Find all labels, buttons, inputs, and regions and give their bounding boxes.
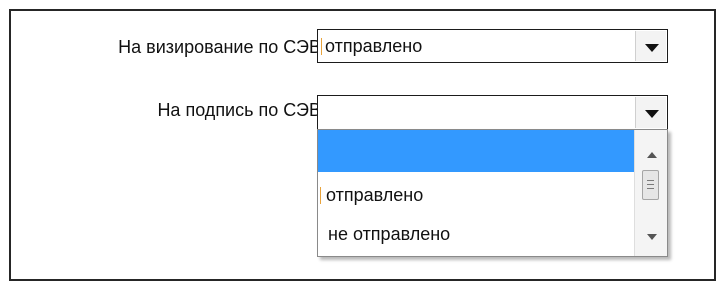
dropdown-option-empty[interactable] — [318, 130, 634, 172]
sev-sign-dropdown-button[interactable] — [635, 97, 666, 128]
sev-approval-label: На визирование по СЭВ: — [118, 37, 326, 57]
sev-approval-value: отправлено — [325, 36, 423, 56]
dropdown-option-label: отправлено — [326, 185, 424, 205]
grip-line — [647, 180, 654, 181]
dropdown-option-sent[interactable]: отправлено — [318, 175, 634, 217]
scrollbar-thumb[interactable] — [642, 170, 659, 200]
grip-line — [647, 188, 654, 189]
chevron-down-icon — [645, 110, 659, 118]
chevron-down-icon — [645, 44, 659, 52]
sev-sign-label: На подпись по СЭВ: — [157, 100, 326, 120]
text-cursor — [320, 187, 321, 204]
text-cursor — [321, 38, 322, 55]
grip-line — [647, 184, 654, 185]
sev-sign-dropdown-list: отправлено не отправлено — [317, 129, 668, 257]
dropdown-option-not-sent[interactable]: не отправлено — [318, 214, 634, 256]
sev-approval-select[interactable]: отправлено — [317, 29, 668, 63]
dropdown-scrollbar[interactable] — [634, 130, 667, 256]
scroll-up-icon[interactable] — [647, 152, 657, 158]
scroll-down-icon[interactable] — [647, 234, 657, 240]
sev-sign-select[interactable] — [317, 95, 668, 130]
dropdown-option-label: не отправлено — [328, 224, 451, 244]
sev-approval-dropdown-button[interactable] — [635, 31, 666, 61]
